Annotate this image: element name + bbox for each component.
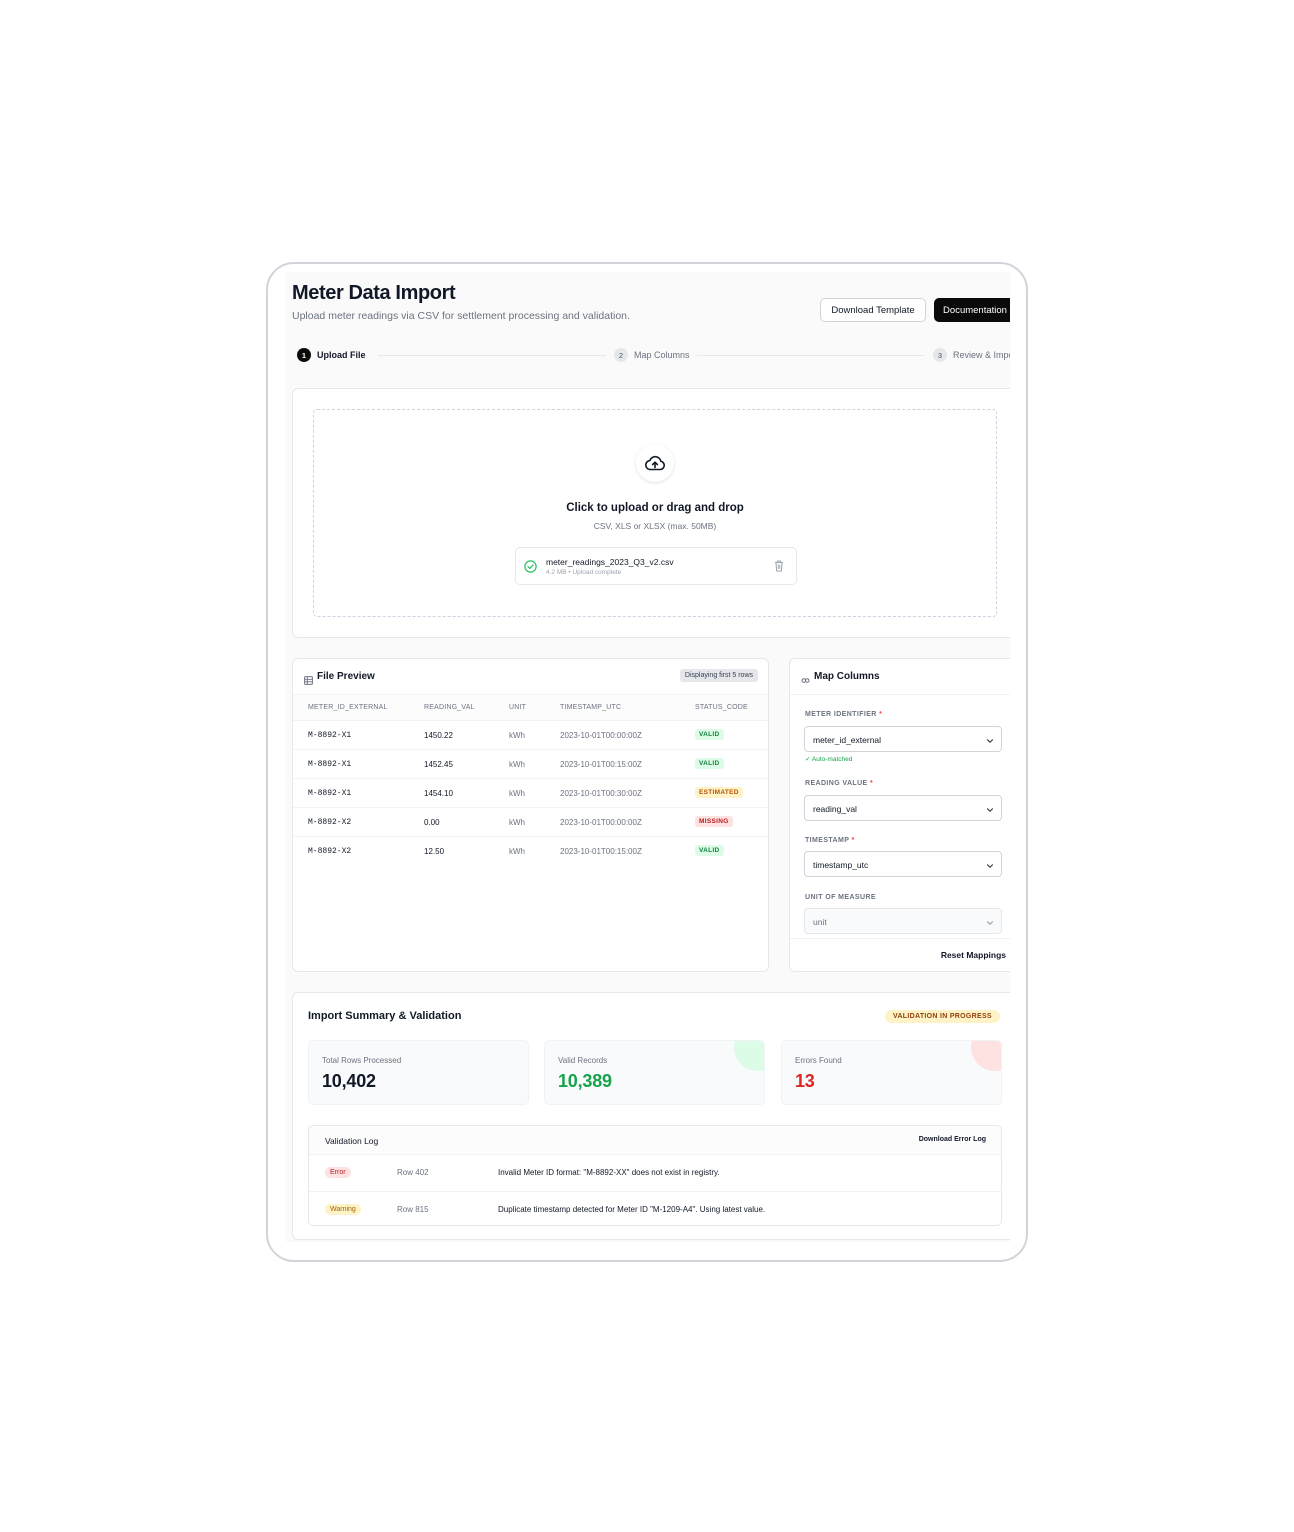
file-dropzone[interactable]: Click to upload or drag and drop CSV, XL… xyxy=(313,409,997,617)
reset-mappings-button[interactable]: Reset Mappings xyxy=(941,950,1006,960)
status-badge: VALID xyxy=(695,729,724,740)
column-header: UNIT xyxy=(509,704,527,711)
link-icon xyxy=(801,672,810,690)
file-meta: 4.2 MB • Upload complete xyxy=(546,569,622,576)
upload-card: Click to upload or drag and drop CSV, XL… xyxy=(292,388,1010,638)
table-row: M-8892-X1 1450.22 kWh 2023-10-01T00:00:0… xyxy=(293,721,768,750)
validation-log-title: Validation Log xyxy=(325,1136,379,1146)
status-badge: MISSING xyxy=(695,816,733,827)
chevron-down-icon xyxy=(986,861,994,871)
step-connector xyxy=(378,355,606,356)
step-label: Map Columns xyxy=(634,350,690,360)
import-stepper: 1 Upload File 2 Map Columns 3 Review & I… xyxy=(296,348,1010,364)
table-icon xyxy=(304,672,313,690)
step-map-columns[interactable]: 2 Map Columns xyxy=(614,348,690,362)
column-header: TIMESTAMP_UTC xyxy=(560,704,622,711)
status-badge: VALID xyxy=(695,845,724,856)
warning-badge: Warning xyxy=(325,1204,361,1215)
field-label: UNIT OF MEASURE xyxy=(805,894,876,901)
map-columns-card: Map Columns METER IDENTIFIER * meter_id_… xyxy=(789,658,1010,972)
unit-of-measure-select[interactable]: unit xyxy=(804,908,1002,934)
step-label: Upload File xyxy=(317,350,366,360)
import-summary-card: Import Summary & Validation VALIDATION I… xyxy=(292,992,1010,1240)
log-entry: Warning Row 815 Duplicate timestamp dete… xyxy=(309,1191,1001,1227)
meter-identifier-select[interactable]: meter_id_external xyxy=(804,726,1002,752)
cloud-upload-icon xyxy=(636,444,674,482)
stat-errors-found: Errors Found 13 xyxy=(781,1040,1002,1105)
stat-total-rows: Total Rows Processed 10,402 xyxy=(308,1040,529,1105)
check-circle-icon xyxy=(524,560,537,578)
dropzone-hint: CSV, XLS or XLSX (max. 50MB) xyxy=(593,521,717,531)
status-badge: ESTIMATED xyxy=(695,787,743,798)
field-label: READING VALUE * xyxy=(805,780,874,787)
column-header: READING_VAL xyxy=(424,704,475,711)
field-label: TIMESTAMP * xyxy=(805,837,855,844)
step-review-import[interactable]: 3 Review & Import xyxy=(933,348,1010,362)
chevron-down-icon xyxy=(986,805,994,815)
file-preview-card: File Preview Displaying first 5 rows MET… xyxy=(292,658,769,972)
rows-count-badge: Displaying first 5 rows xyxy=(679,669,758,682)
table-row: M-8892-X2 0.00 kWh 2023-10-01T00:00:00Z … xyxy=(293,808,768,837)
step-upload-file[interactable]: 1 Upload File xyxy=(297,348,366,362)
divider xyxy=(790,694,1010,695)
field-label: METER IDENTIFIER * xyxy=(805,711,883,718)
error-badge: Error xyxy=(325,1167,351,1178)
table-row: M-8892-X1 1452.45 kWh 2023-10-01T00:15:0… xyxy=(293,750,768,779)
map-columns-title: Map Columns xyxy=(814,671,880,682)
status-badge: VALID xyxy=(695,758,724,769)
step-label: Review & Import xyxy=(953,350,1010,360)
dropzone-title: Click to upload or drag and drop xyxy=(566,502,744,514)
table-header: METER_ID_EXTERNAL READING_VAL UNIT TIMES… xyxy=(293,694,768,721)
download-error-log-button[interactable]: Download Error Log xyxy=(919,1136,986,1143)
app-screen: Meter Data Import Upload meter readings … xyxy=(286,272,1010,1242)
page-title: Meter Data Import xyxy=(292,282,456,304)
step-connector xyxy=(697,355,923,356)
summary-title: Import Summary & Validation xyxy=(308,1010,462,1022)
column-header: STATUS_CODE xyxy=(695,704,748,711)
validation-log: Validation Log Download Error Log Error … xyxy=(308,1125,1002,1226)
validation-log-header: Validation Log Download Error Log xyxy=(309,1126,1001,1155)
decorative-circle xyxy=(734,1041,764,1071)
timestamp-select[interactable]: timestamp_utc xyxy=(804,851,1002,877)
file-name: meter_readings_2023_Q3_v2.csv xyxy=(546,557,674,567)
tablet-frame: Meter Data Import Upload meter readings … xyxy=(266,262,1028,1262)
table-row: M-8892-X1 1454.10 kWh 2023-10-01T00:30:0… xyxy=(293,779,768,808)
decorative-circle xyxy=(971,1041,1001,1071)
validation-status-badge: VALIDATION IN PROGRESS xyxy=(885,1010,1000,1023)
table-row: M-8892-X2 12.50 kWh 2023-10-01T00:15:00Z… xyxy=(293,837,768,866)
reading-value-select[interactable]: reading_val xyxy=(804,795,1002,821)
chevron-down-icon xyxy=(986,918,994,928)
page-subtitle: Upload meter readings via CSV for settle… xyxy=(292,310,630,322)
download-template-button[interactable]: Download Template xyxy=(820,298,926,322)
divider xyxy=(790,938,1010,939)
chevron-down-icon xyxy=(986,736,994,746)
file-preview-title: File Preview xyxy=(317,671,375,682)
stat-valid-records: Valid Records 10,389 xyxy=(544,1040,765,1105)
uploaded-file-item: meter_readings_2023_Q3_v2.csv 4.2 MB • U… xyxy=(515,547,797,585)
column-header: METER_ID_EXTERNAL xyxy=(308,704,388,711)
log-entry: Error Row 402 Invalid Meter ID format: "… xyxy=(309,1155,1001,1191)
trash-icon[interactable] xyxy=(774,559,784,577)
documentation-button[interactable]: Documentation xyxy=(934,298,1010,322)
auto-matched-hint: ✓ Auto-matched xyxy=(805,756,853,763)
